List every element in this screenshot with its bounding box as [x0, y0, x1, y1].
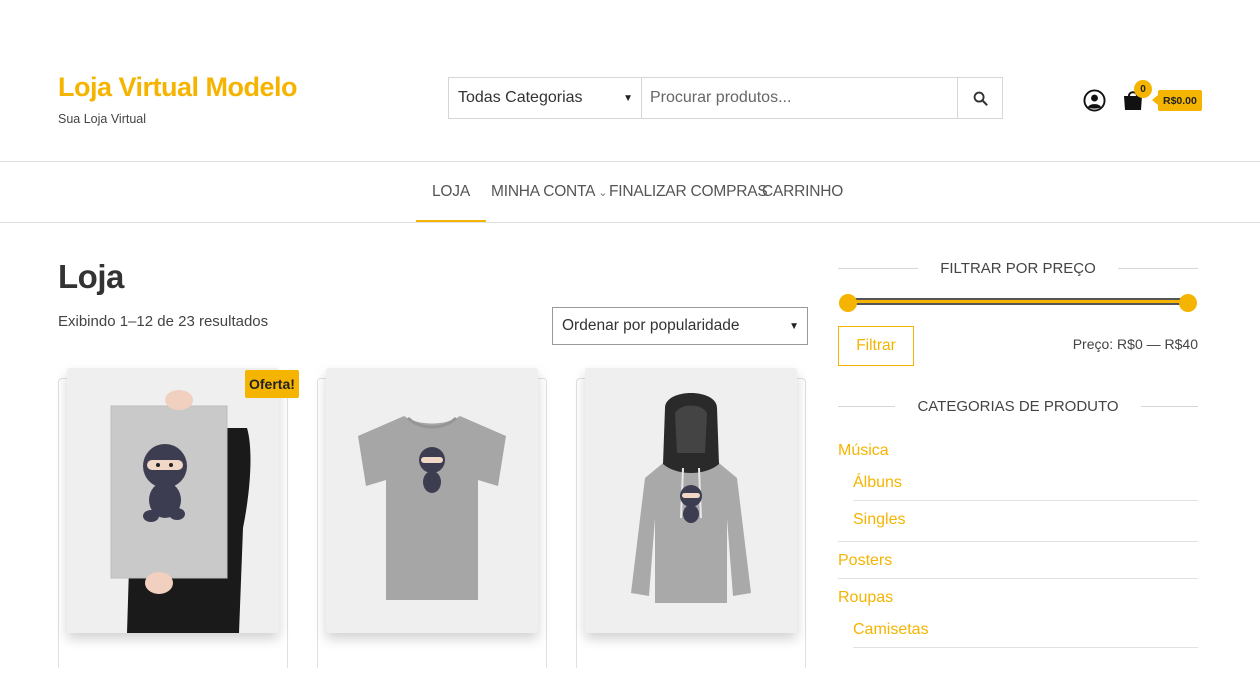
category-divider: [838, 578, 1198, 579]
price-slider-track[interactable]: [847, 298, 1189, 305]
category-select[interactable]: Todas Categorias ▼: [449, 78, 642, 118]
price-filter-title: FILTRAR POR PREÇO: [838, 260, 1199, 277]
nav-item-carrinho[interactable]: CARRINHO: [762, 162, 843, 222]
product-image-hoodie[interactable]: [585, 368, 797, 633]
price-slider-max-handle[interactable]: [1179, 294, 1197, 312]
site-tagline: Sua Loja Virtual: [58, 112, 147, 126]
ordering-select[interactable]: Ordenar por popularidade ▼: [552, 307, 808, 345]
nav-item-finalizar-compras[interactable]: FINALIZAR COMPRAS: [609, 162, 768, 222]
product-image-poster[interactable]: [67, 368, 279, 633]
chevron-down-icon: ⌄: [598, 186, 608, 199]
category-divider: [853, 647, 1198, 648]
nav-divider-bottom: [0, 222, 1260, 223]
category-link-musica[interactable]: Música: [838, 442, 889, 460]
title-line: [838, 268, 919, 269]
product-categories-title-text: CATEGORIAS DE PRODUTO: [917, 398, 1119, 415]
product-card[interactable]: [317, 368, 547, 668]
title-line: [838, 406, 896, 407]
nav-item-label: FINALIZAR COMPRAS: [609, 183, 768, 200]
category-link-albuns[interactable]: Álbuns: [853, 474, 902, 492]
nav-item-label: MINHA CONTA: [491, 183, 596, 200]
product-search-form: Todas Categorias ▼: [448, 77, 1003, 119]
category-link-camisetas[interactable]: Camisetas: [853, 621, 929, 639]
category-select-value: Todas Categorias: [458, 89, 583, 106]
page-title: Loja: [58, 258, 124, 295]
nav-item-label: LOJA: [432, 183, 470, 200]
price-filter-title-text: FILTRAR POR PREÇO: [940, 260, 1096, 277]
filter-button[interactable]: Filtrar: [838, 326, 914, 366]
title-line: [1140, 406, 1199, 407]
product-categories-title: CATEGORIAS DE PRODUTO: [838, 398, 1199, 415]
category-link-posters[interactable]: Posters: [838, 552, 892, 570]
nav-item-minha-conta[interactable]: MINHA CONTA ⌄: [491, 162, 608, 222]
category-link-roupas[interactable]: Roupas: [838, 589, 893, 607]
title-line: [1117, 268, 1199, 269]
price-slider-min-handle[interactable]: [839, 294, 857, 312]
sale-badge: Oferta!: [245, 370, 299, 398]
category-link-singles[interactable]: Singles: [853, 511, 905, 529]
result-count: Exibindo 1–12 de 23 resultados: [58, 313, 269, 330]
site-title[interactable]: Loja Virtual Modelo: [58, 72, 298, 103]
nav-item-loja[interactable]: LOJA: [416, 162, 486, 222]
account-icon[interactable]: [1083, 89, 1106, 112]
ordering-select-value: Ordenar por popularidade: [562, 317, 740, 334]
main-navigation: LOJA MINHA CONTA ⌄ FINALIZAR COMPRAS CAR…: [0, 162, 1260, 222]
cart-count-badge: 0: [1134, 80, 1152, 98]
price-range-label: Preço: R$0 — R$40: [1072, 336, 1198, 352]
product-image-tshirt[interactable]: [326, 368, 538, 633]
category-divider: [838, 541, 1198, 542]
search-icon: [973, 91, 988, 106]
caret-down-icon: ▼: [623, 92, 633, 104]
caret-down-icon: ▼: [789, 320, 799, 332]
cart-total[interactable]: R$0.00: [1152, 90, 1202, 111]
category-divider: [853, 500, 1198, 501]
search-button[interactable]: [957, 78, 1002, 118]
product-card[interactable]: [58, 368, 288, 668]
search-input[interactable]: [642, 78, 957, 118]
product-card[interactable]: [576, 368, 806, 668]
nav-item-label: CARRINHO: [762, 183, 844, 200]
